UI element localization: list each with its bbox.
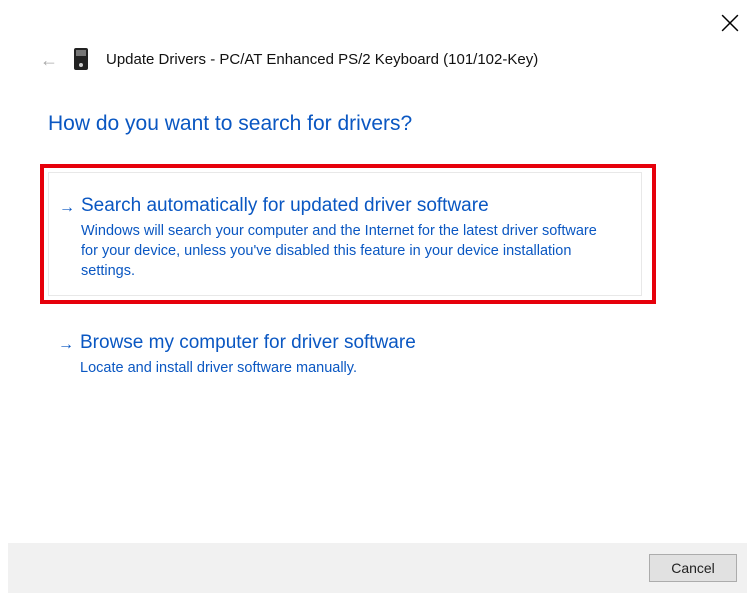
window-title: Update Drivers - PC/AT Enhanced PS/2 Key… <box>106 51 538 68</box>
page-heading: How do you want to search for drivers? <box>48 112 412 136</box>
keyboard-device-icon <box>74 48 88 70</box>
cancel-button[interactable]: Cancel <box>649 554 737 582</box>
back-arrow-icon[interactable]: ← <box>40 49 58 69</box>
footer-bar: Cancel <box>8 543 747 593</box>
option-browse-computer[interactable]: → Browse my computer for driver software… <box>48 328 646 378</box>
option-title: Browse my computer for driver software <box>80 332 616 354</box>
option-description: Locate and install driver software manua… <box>80 358 616 378</box>
close-icon <box>721 14 739 32</box>
arrow-right-icon: → <box>58 332 80 378</box>
arrow-right-icon: → <box>59 195 81 295</box>
device-name: PC/AT Enhanced PS/2 Keyboard (101/102-Ke… <box>219 51 538 68</box>
option-title: Search automatically for updated driver … <box>81 195 611 217</box>
header: ← Update Drivers - PC/AT Enhanced PS/2 K… <box>40 48 538 70</box>
option-search-automatically[interactable]: → Search automatically for updated drive… <box>40 164 656 304</box>
close-button[interactable] <box>721 14 739 32</box>
title-prefix: Update Drivers <box>106 51 206 68</box>
option-description: Windows will search your computer and th… <box>81 221 611 281</box>
